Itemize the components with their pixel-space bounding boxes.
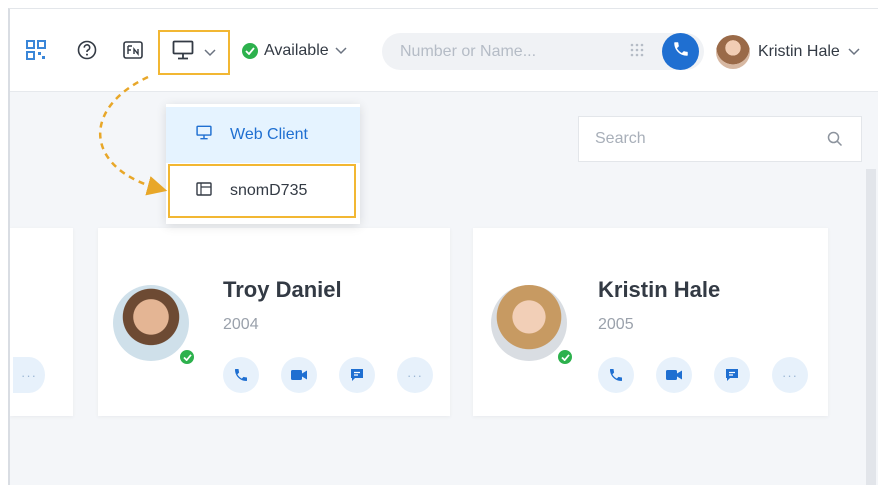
annotation-arrow [98, 75, 168, 196]
app-window: Available Number or Name... Kristin Hale… [8, 8, 878, 485]
